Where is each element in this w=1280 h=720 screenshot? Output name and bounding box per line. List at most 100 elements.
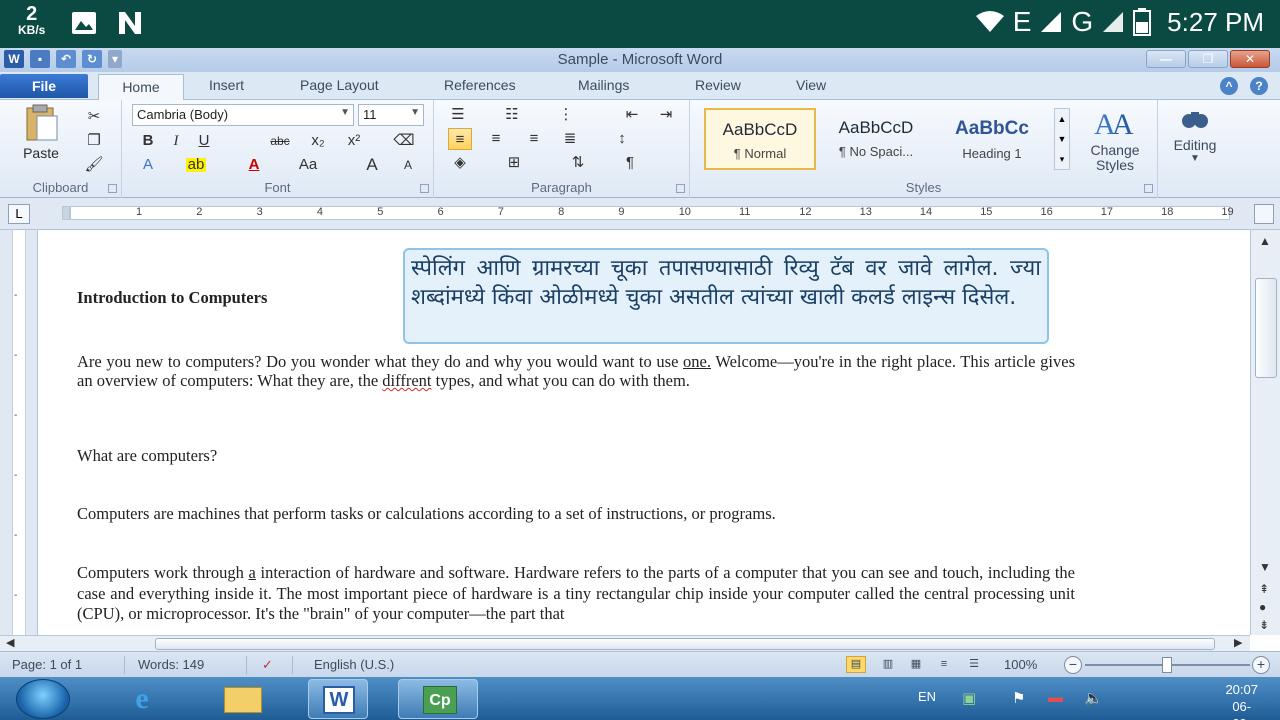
editing-button[interactable]: Editing ▼ (1162, 104, 1228, 164)
next-page-icon[interactable]: ⇟ (1259, 618, 1269, 632)
paragraph-launcher-icon[interactable] (676, 184, 685, 193)
cut-icon[interactable]: ✂ (82, 106, 106, 128)
prev-page-icon[interactable]: ⇞ (1259, 582, 1269, 596)
outline-icon[interactable]: ≡ (934, 656, 954, 673)
font-name-combo[interactable]: Cambria (Body) ▼ (132, 104, 354, 126)
browse-object-icon[interactable]: ● (1259, 600, 1266, 614)
change-styles-button[interactable]: AA Change Styles (1078, 104, 1152, 173)
proofing-icon[interactable]: ✓ (262, 657, 273, 673)
clipboard-launcher-icon[interactable] (108, 184, 117, 193)
word-taskbar-icon[interactable]: W (308, 679, 368, 719)
zoom-slider-thumb[interactable] (1162, 657, 1172, 673)
borders-icon[interactable]: ⊞ (502, 152, 526, 174)
web-layout-icon[interactable]: ▦ (906, 656, 926, 673)
draft-icon[interactable]: ☰ (964, 656, 984, 673)
document-page[interactable]: स्पेलिंग आणि ग्रामरच्या चूका तपासण्यासाठ… (38, 230, 1228, 635)
folder-icon (224, 687, 262, 713)
format-painter-icon[interactable]: 🖌 (82, 154, 106, 176)
bullets-icon[interactable]: ☰ (446, 104, 470, 126)
camtasia-taskbar-icon[interactable]: Cp (398, 679, 478, 719)
horizontal-scrollbar[interactable]: ◀ ▶ (0, 635, 1250, 651)
strikethrough-button[interactable]: abc (268, 130, 292, 152)
style-normal[interactable]: AaBbCcD ¶ Normal (704, 108, 816, 170)
tab-file[interactable]: File (0, 74, 88, 98)
show-formatting-icon[interactable]: ¶ (618, 152, 642, 174)
increase-indent-icon[interactable]: ⇥ (654, 104, 678, 126)
tab-insert[interactable]: Insert (209, 77, 244, 93)
style-no-spacing[interactable]: AaBbCcD ¶ No Spaci... (820, 108, 932, 170)
tab-page-layout[interactable]: Page Layout (300, 77, 379, 93)
change-case-button[interactable]: Aa (296, 154, 320, 176)
subscript-button[interactable]: x₂ (306, 130, 330, 152)
superscript-button[interactable]: x² (342, 130, 366, 152)
help-icon[interactable]: ? (1250, 77, 1268, 95)
vertical-scrollbar[interactable]: ▲ ▼ ⇞ ● ⇟ (1250, 230, 1280, 635)
styles-launcher-icon[interactable] (1144, 184, 1153, 193)
tab-review[interactable]: Review (695, 77, 741, 93)
clear-formatting-icon[interactable]: ⌫ (392, 130, 416, 152)
styles-scroll[interactable]: ▲ ▼ ▾ (1054, 108, 1070, 170)
volume-icon[interactable]: 🔈 (1084, 689, 1103, 707)
font-size-combo[interactable]: 11 ▼ (358, 104, 424, 126)
decrease-indent-icon[interactable]: ⇤ (620, 104, 644, 126)
word-count[interactable]: Words: 149 (138, 657, 204, 672)
action-center-flag-icon[interactable]: ⚑ (1012, 689, 1025, 707)
tab-selector[interactable]: L (8, 204, 30, 224)
shading-icon[interactable]: ◈ (448, 152, 472, 174)
justify-icon[interactable]: ≣ (558, 128, 582, 150)
italic-button[interactable]: I (164, 130, 188, 152)
tab-mailings[interactable]: Mailings (578, 77, 629, 93)
print-layout-icon[interactable]: ▤ (846, 656, 866, 673)
align-center-icon[interactable]: ≡ (484, 128, 508, 150)
page-count[interactable]: Page: 1 of 1 (12, 657, 82, 672)
align-right-icon[interactable]: ≡ (522, 128, 546, 150)
tab-view[interactable]: View (796, 77, 826, 93)
align-left-icon[interactable]: ≡ (448, 128, 472, 150)
grow-font-button[interactable]: A (360, 154, 384, 176)
explorer-folder-icon[interactable] (212, 679, 272, 719)
tab-home[interactable]: Home (98, 74, 184, 101)
font-color-button[interactable]: A (242, 154, 266, 176)
language-indicator[interactable]: EN (918, 689, 936, 704)
zoom-level[interactable]: 100% (1004, 657, 1037, 672)
scroll-right-icon[interactable]: ▶ (1234, 636, 1242, 649)
close-button[interactable]: ✕ (1230, 50, 1270, 68)
styles-group-label: Styles (905, 180, 942, 195)
network-tray-icon[interactable]: ▬ (1048, 689, 1063, 706)
multilevel-list-icon[interactable]: ⋮ (554, 104, 578, 126)
minimize-button[interactable]: — (1146, 50, 1186, 68)
zoom-in-icon[interactable]: + (1252, 656, 1270, 674)
text-effects-icon[interactable]: A (136, 154, 160, 176)
document-area[interactable]: स्पेलिंग आणि ग्रामरच्या चूका तपासण्यासाठ… (38, 230, 1250, 635)
internet-explorer-icon[interactable]: e (112, 679, 172, 719)
language[interactable]: English (U.S.) (314, 657, 394, 672)
view-ruler-icon[interactable] (1254, 204, 1274, 224)
paste-button[interactable]: Paste (18, 104, 64, 161)
ribbon-collapse-icon[interactable]: ^ (1220, 77, 1238, 95)
tray-app-icon[interactable]: ▣ (962, 689, 976, 707)
copy-icon[interactable]: ❐ (82, 130, 106, 152)
highlight-icon[interactable]: ab (186, 157, 206, 172)
numbering-icon[interactable]: ☷ (500, 104, 524, 126)
ruler-bar[interactable] (70, 206, 1230, 220)
horizontal-scroll-thumb[interactable] (155, 638, 1215, 650)
start-button[interactable] (16, 679, 70, 719)
scroll-up-icon[interactable]: ▲ (1259, 234, 1271, 248)
font-launcher-icon[interactable] (420, 184, 429, 193)
vertical-scroll-thumb[interactable] (1255, 278, 1277, 378)
full-screen-reading-icon[interactable]: ▥ (878, 656, 898, 673)
line-spacing-icon[interactable]: ↕ (610, 128, 634, 150)
underline-button[interactable]: U (192, 130, 216, 152)
scroll-down-icon[interactable]: ▼ (1259, 560, 1271, 574)
shrink-font-button[interactable]: A (396, 154, 420, 176)
scroll-left-icon[interactable]: ◀ (6, 636, 14, 649)
vertical-ruler-tick: - (14, 590, 18, 601)
taskbar-clock[interactable]: 20:07 06-09-2011 (1225, 681, 1258, 720)
maximize-button[interactable]: ❐ (1188, 50, 1228, 68)
zoom-out-icon[interactable]: − (1064, 656, 1082, 674)
style-heading-1[interactable]: AaBbCc Heading 1 (936, 108, 1048, 170)
tab-references[interactable]: References (444, 77, 516, 93)
bold-button[interactable]: B (136, 130, 160, 152)
sort-icon[interactable]: ⇅ (566, 152, 590, 174)
gallery-icon (72, 12, 96, 34)
